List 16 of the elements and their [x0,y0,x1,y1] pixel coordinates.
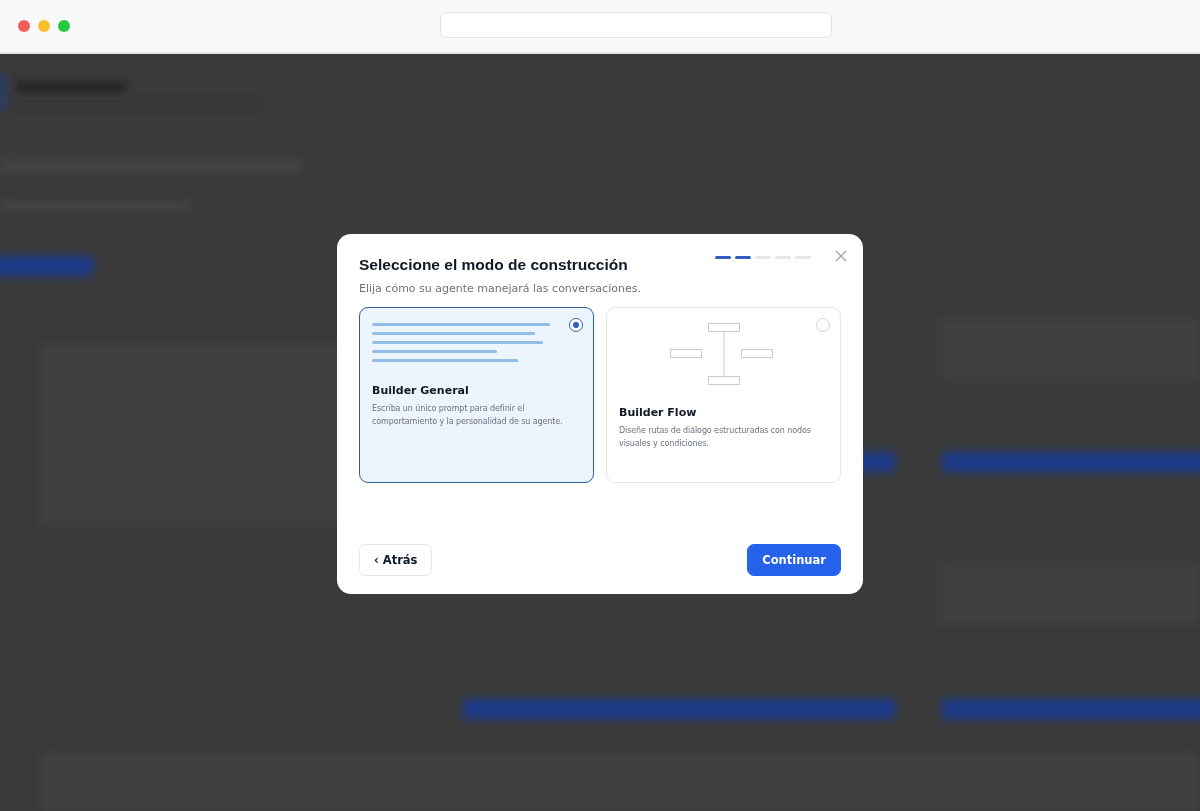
address-field[interactable] [440,12,832,38]
option-description: Escriba un único prompt para definir el comportamiento y la personalidad de su agente. [372,402,564,428]
continue-button[interactable]: Continuar [747,543,841,576]
close-icon[interactable] [835,249,847,262]
radio-button[interactable] [569,317,583,332]
option-description: Diseñe rutas de diálogo estructuradas con nodos visuales y condiciones. [619,424,812,450]
close-window-icon[interactable] [18,20,30,32]
dialog-subtitle: Elija cómo su agente manejará las conversaciones. [359,281,642,295]
zoom-window-icon[interactable] [58,20,70,32]
back-button[interactable]: ‹ Atrás [359,543,433,576]
minimize-window-icon[interactable] [38,20,50,32]
dialog-title: Seleccione el modo de construcción [359,255,628,274]
mode-option-card[interactable]: Builder Flow Diseñe rutas de diálogo estructuradas con nodos visuales y condiciones. [606,306,841,483]
option-title: Builder General [372,383,470,397]
mode-option-card[interactable]: Builder General Escriba un único prompt para definir el comportamiento y la personalidad de su agente. [359,306,594,483]
option-title: Builder Flow [619,405,698,419]
